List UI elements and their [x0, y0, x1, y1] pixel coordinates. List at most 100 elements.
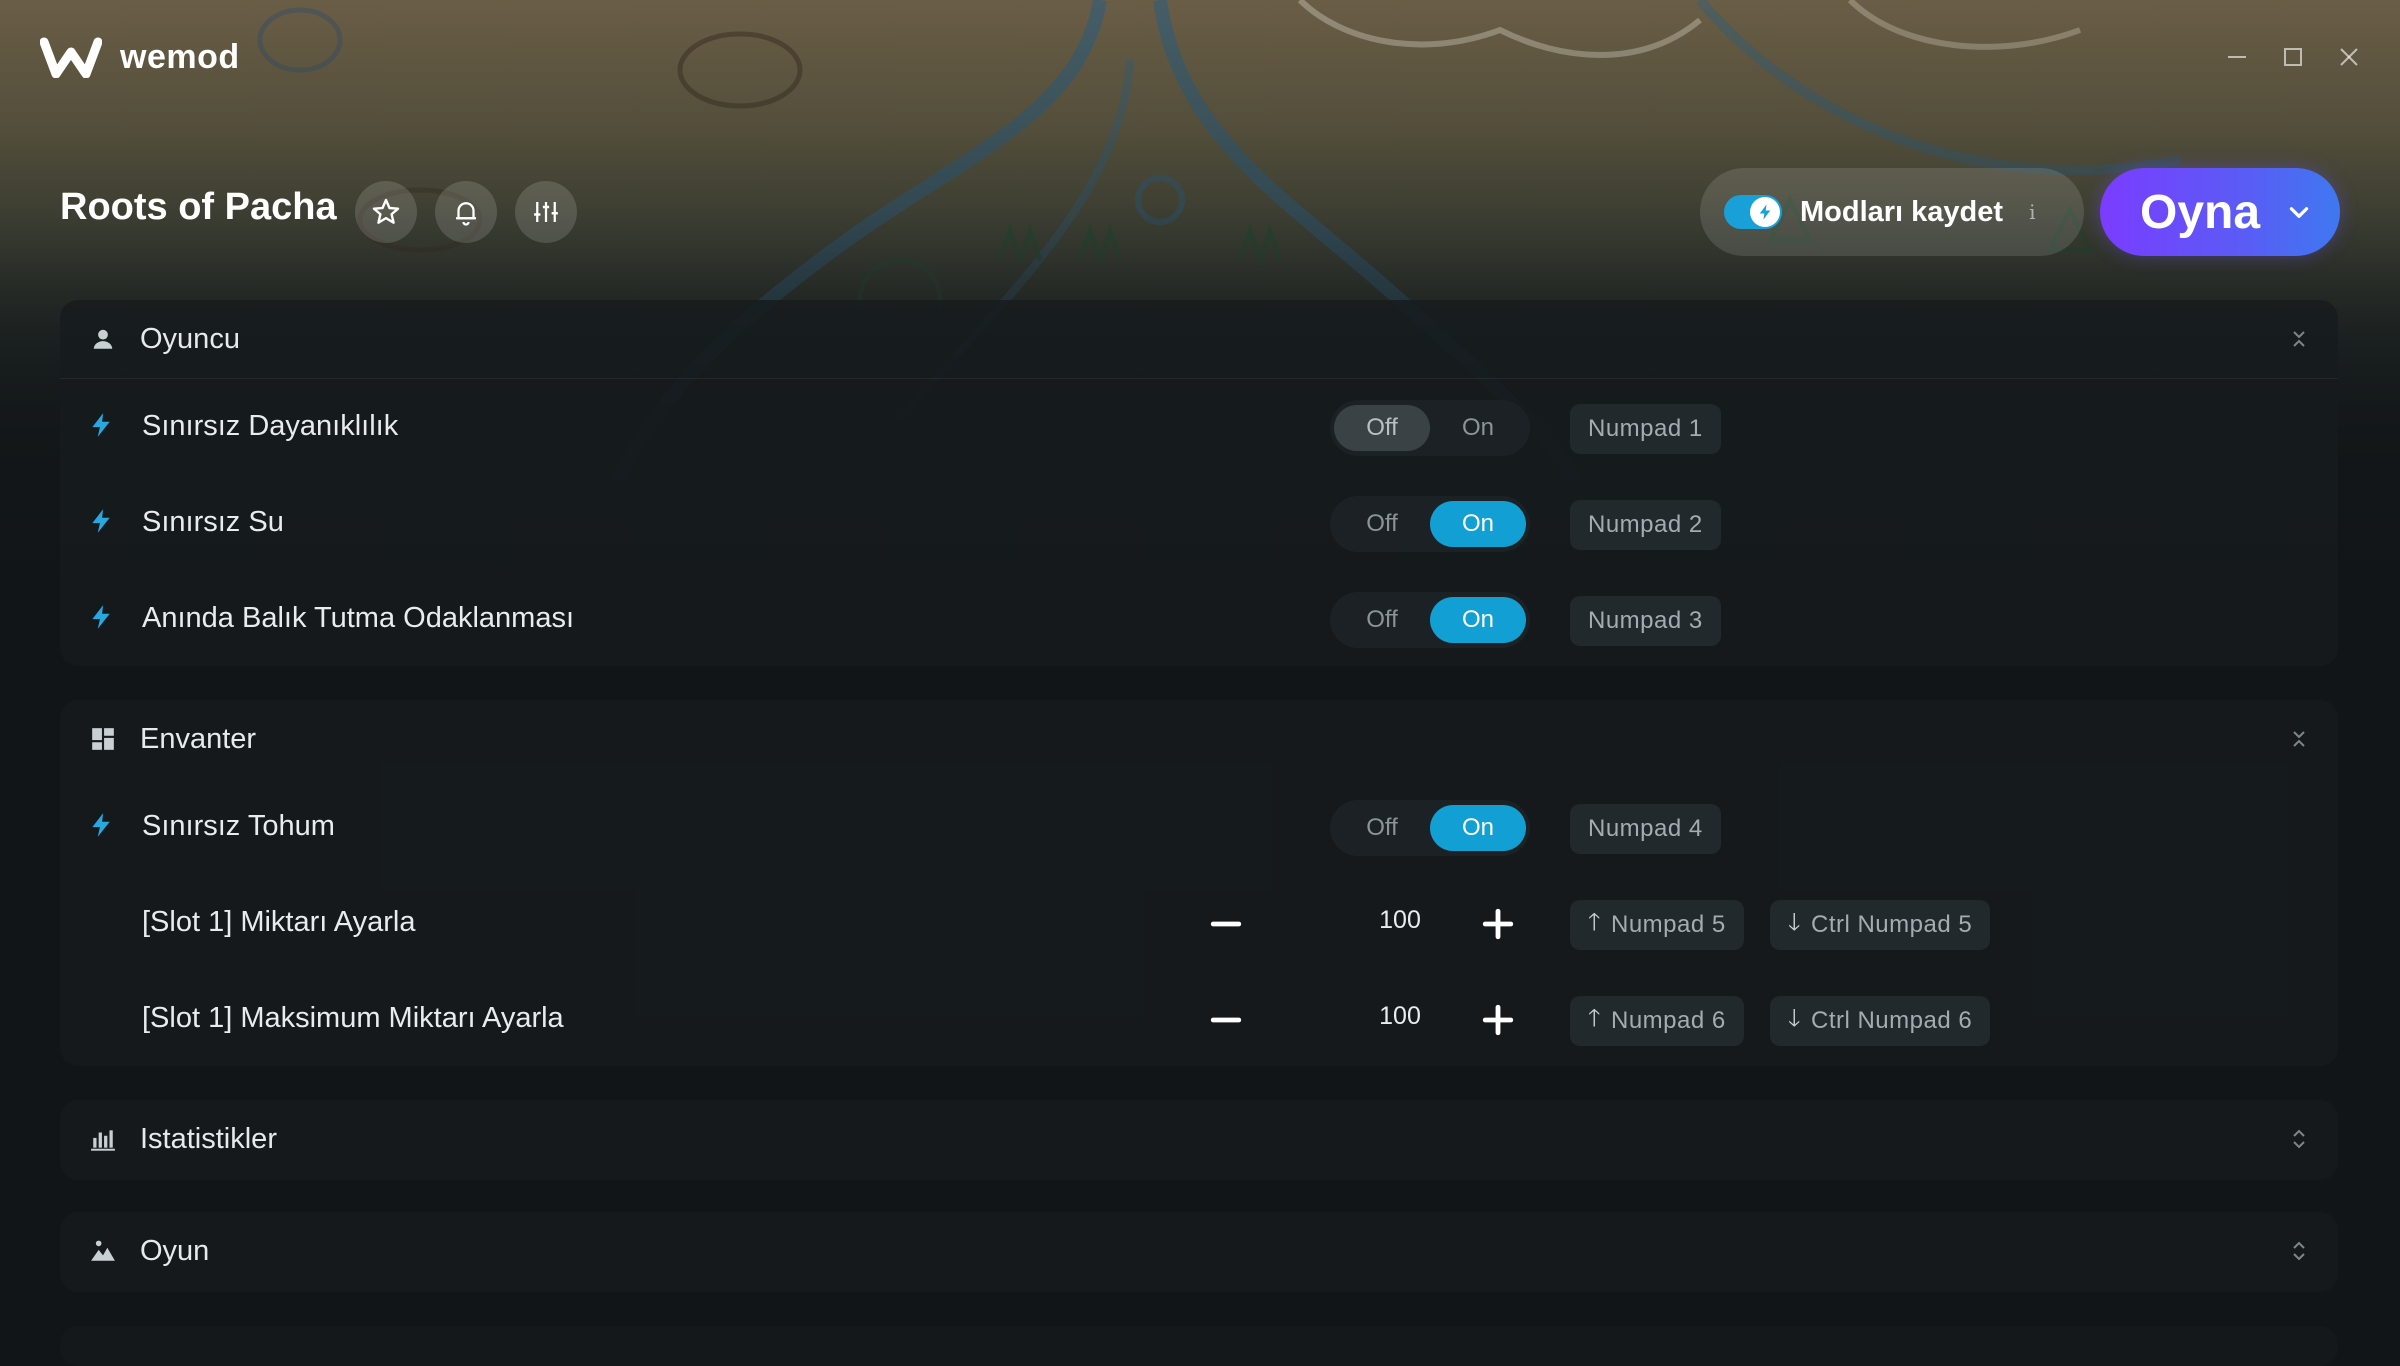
- game-title: Roots of Pacha: [60, 186, 337, 228]
- section-istatistikler[interactable]: Istatistikler: [60, 1100, 2338, 1180]
- section-header[interactable]: Istatistikler: [60, 1100, 2338, 1178]
- mod-row: Sınırsız Dayanıklılık Off On Numpad 1: [60, 380, 2338, 476]
- section-title: Envanter: [140, 722, 257, 755]
- minus-icon: [1210, 1017, 1242, 1023]
- hotkey-badge[interactable]: Numpad 2: [1570, 500, 1721, 550]
- lightning-icon: [1759, 204, 1771, 220]
- quantity-value[interactable]: 100: [1360, 1002, 1440, 1031]
- mod-label: [Slot 1] Maksimum Miktarı Ayarla: [142, 1002, 564, 1034]
- mod-row: Sınırsız Su Off On Numpad 2: [60, 476, 2338, 572]
- mod-row: [Slot 1] Maksimum Miktarı Ayarla 100 🡑 N…: [60, 972, 2338, 1068]
- mod-toggle[interactable]: Off On: [1330, 800, 1530, 856]
- game-settings-button[interactable]: [515, 181, 577, 243]
- toggle-on-option[interactable]: On: [1430, 805, 1526, 851]
- decrease-button[interactable]: [1198, 994, 1254, 1046]
- section-oyun[interactable]: Oyun: [60, 1212, 2338, 1292]
- close-icon[interactable]: [2334, 42, 2364, 72]
- mod-label: Sınırsız Su: [142, 506, 284, 538]
- section-title: Oyun: [140, 1234, 210, 1267]
- arrow-down-icon: 🡓: [1788, 1004, 1801, 1032]
- arrow-up-icon: 🡑: [1588, 1004, 1601, 1032]
- hotkey-text: Numpad 4: [1588, 815, 1703, 842]
- save-mods-label: Modları kaydet: [1800, 195, 2004, 228]
- section-header[interactable]: Oyun: [60, 1212, 2338, 1290]
- expand-chevron-icon[interactable]: [2286, 1124, 2312, 1154]
- sliders-icon: [534, 202, 558, 222]
- plus-icon: [1482, 1004, 1514, 1036]
- increase-button[interactable]: [1470, 898, 1526, 950]
- save-mods-toggle[interactable]: [1724, 195, 1782, 229]
- app-name: wemod: [120, 37, 240, 76]
- section-next-partial: [60, 1326, 2338, 1366]
- lightning-icon: [92, 605, 110, 629]
- person-icon: [88, 324, 118, 354]
- minus-icon: [1210, 921, 1242, 927]
- hotkey-badge[interactable]: Numpad 1: [1570, 404, 1721, 454]
- hotkey-text: Numpad 5: [1610, 911, 1726, 938]
- star-icon: [372, 198, 400, 224]
- collapse-chevron-icon[interactable]: [2286, 324, 2312, 354]
- wemod-logo-mark: [40, 37, 102, 78]
- hotkey-text: Numpad 2: [1588, 511, 1703, 538]
- hotkey-badge[interactable]: Numpad 3: [1570, 596, 1721, 646]
- section-envanter: Envanter Sınırsız Tohum Off On Numpad 4 …: [60, 700, 2338, 1066]
- mod-label: [Slot 1] Miktarı Ayarla: [142, 906, 416, 938]
- hotkey-text: Ctrl Numpad 6: [1810, 1007, 1973, 1034]
- mod-row: Anında Balık Tutma Odaklanması Off On Nu…: [60, 572, 2338, 668]
- notifications-button[interactable]: [435, 181, 497, 243]
- landscape-icon: [88, 1236, 118, 1266]
- bar-chart-icon: [88, 1124, 118, 1154]
- play-label: Oyna: [2140, 185, 2261, 239]
- toggle-on-option[interactable]: On: [1430, 405, 1526, 451]
- mod-row: Sınırsız Tohum Off On Numpad 4: [60, 780, 2338, 876]
- lightning-icon: [92, 509, 110, 533]
- mod-row: [Slot 1] Miktarı Ayarla 100 🡑 Numpad 5 🡓…: [60, 876, 2338, 972]
- hotkey-decrease-badge[interactable]: 🡓 Ctrl Numpad 6: [1770, 996, 1991, 1046]
- arrow-down-icon: 🡓: [1788, 908, 1801, 936]
- toggle-on-option[interactable]: On: [1430, 501, 1526, 547]
- increase-button[interactable]: [1470, 994, 1526, 1046]
- section-header[interactable]: Oyuncu: [60, 300, 2338, 378]
- hotkey-text: Numpad 3: [1588, 607, 1703, 634]
- expand-chevron-icon[interactable]: [2286, 1236, 2312, 1266]
- chevron-down-icon[interactable]: [2286, 199, 2312, 225]
- hotkey-text: Numpad 6: [1610, 1007, 1726, 1034]
- mod-label: Sınırsız Dayanıklılık: [142, 410, 399, 442]
- wemod-logo: wemod: [40, 36, 240, 78]
- maximize-icon[interactable]: [2278, 42, 2308, 72]
- section-title: Istatistikler: [140, 1122, 277, 1155]
- mod-label: Anında Balık Tutma Odaklanması: [142, 602, 574, 634]
- quantity-value[interactable]: 100: [1360, 906, 1440, 935]
- mod-label: Sınırsız Tohum: [142, 810, 335, 842]
- mod-toggle[interactable]: Off On: [1330, 400, 1530, 456]
- info-icon[interactable]: i: [2029, 200, 2035, 224]
- lightning-icon: [92, 813, 110, 837]
- plus-icon: [1482, 908, 1514, 940]
- toggle-on-option[interactable]: On: [1430, 597, 1526, 643]
- minimize-icon[interactable]: [2222, 42, 2252, 72]
- window-controls: [2222, 42, 2364, 72]
- hotkey-increase-badge[interactable]: 🡑 Numpad 6: [1570, 996, 1744, 1046]
- toggle-off-option[interactable]: Off: [1334, 597, 1430, 643]
- section-title: Oyuncu: [140, 322, 240, 355]
- bell-icon: [456, 202, 476, 226]
- section-header[interactable]: Envanter: [60, 700, 2338, 778]
- hotkey-decrease-badge[interactable]: 🡓 Ctrl Numpad 5: [1770, 900, 1991, 950]
- toggle-off-option[interactable]: Off: [1334, 405, 1430, 451]
- favorite-button[interactable]: [355, 181, 417, 243]
- decrease-button[interactable]: [1198, 898, 1254, 950]
- hotkey-text: Numpad 1: [1588, 415, 1703, 442]
- toggle-off-option[interactable]: Off: [1334, 805, 1430, 851]
- hotkey-increase-badge[interactable]: 🡑 Numpad 5: [1570, 900, 1744, 950]
- hotkey-text: Ctrl Numpad 5: [1810, 911, 1973, 938]
- play-button[interactable]: Oyna: [2100, 168, 2340, 256]
- save-mods-control[interactable]: Modları kaydet i: [1700, 168, 2084, 256]
- toggle-off-option[interactable]: Off: [1334, 501, 1430, 547]
- mod-toggle[interactable]: Off On: [1330, 496, 1530, 552]
- lightning-icon: [92, 413, 110, 437]
- arrow-up-icon: 🡑: [1588, 908, 1601, 936]
- collapse-chevron-icon[interactable]: [2286, 724, 2312, 754]
- mod-toggle[interactable]: Off On: [1330, 592, 1530, 648]
- section-oyuncu: Oyuncu Sınırsız Dayanıklılık Off On Nump…: [60, 300, 2338, 666]
- hotkey-badge[interactable]: Numpad 4: [1570, 804, 1721, 854]
